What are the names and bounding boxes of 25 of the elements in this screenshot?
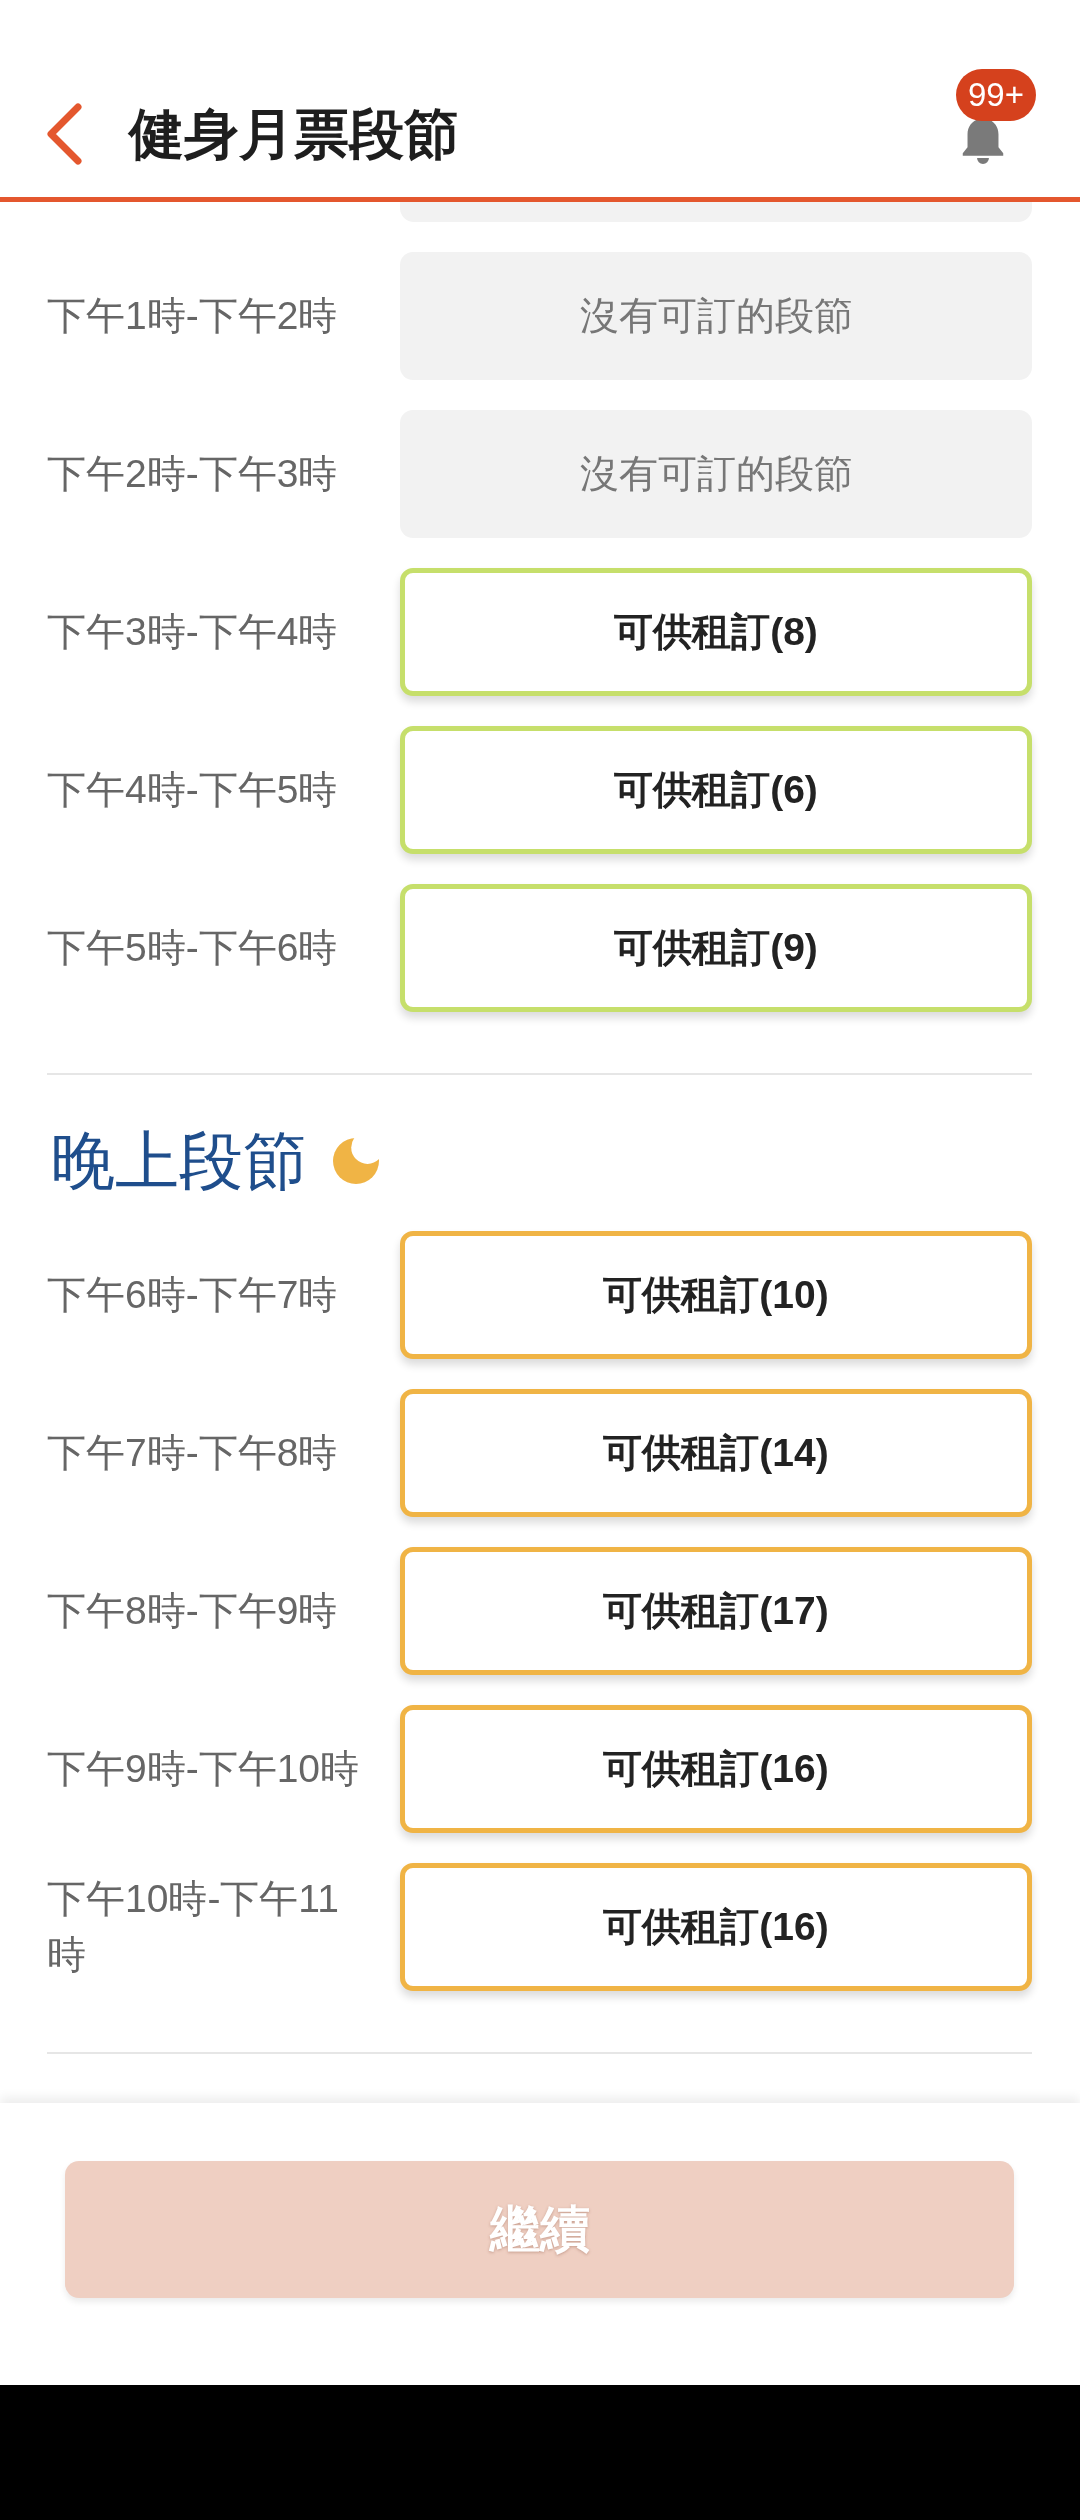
slot-button[interactable]: 可供租訂(10) — [400, 1231, 1032, 1359]
slot-button[interactable]: 可供租訂(16) — [400, 1705, 1032, 1833]
slot-button[interactable]: 可供租訂(6) — [400, 726, 1032, 854]
time-label: 下午3時-下午4時 — [47, 609, 339, 655]
slot-button[interactable]: 沒有可訂的段節 — [400, 410, 1032, 538]
time-label: 下午4時-下午5時 — [47, 767, 339, 813]
time-label: 下午8時-下午9時 — [47, 1588, 339, 1634]
time-label: 下午2時-下午3時 — [47, 451, 339, 497]
slot-button[interactable]: 可供租訂(8) — [400, 568, 1032, 696]
time-label: 下午7時-下午8時 — [47, 1430, 339, 1476]
slot-button[interactable]: 可供租訂(14) — [400, 1389, 1032, 1517]
slot-button[interactable]: 可供租訂(9) — [400, 884, 1032, 1012]
section-title: 晚上段節 — [51, 1124, 307, 1199]
notification-badge: 99+ — [956, 68, 1036, 121]
page-title: 健身月票段節 — [129, 101, 459, 167]
time-label: 下午5時-下午6時 — [47, 925, 339, 971]
slot-button[interactable]: 沒有可訂的段節 — [400, 252, 1032, 380]
time-label: 下午9時-下午10時 — [47, 1746, 361, 1792]
slot-button[interactable]: 可供租訂(16) — [400, 1863, 1032, 1991]
time-label: 下午1時-下午2時 — [47, 293, 339, 339]
moon-icon — [333, 1138, 379, 1184]
slot-button[interactable]: 可供租訂(17) — [400, 1547, 1032, 1675]
time-label: 下午10時-下午11時 — [47, 1876, 340, 1978]
time-label: 下午6時-下午7時 — [47, 1272, 339, 1318]
back-icon[interactable] — [45, 101, 83, 166]
